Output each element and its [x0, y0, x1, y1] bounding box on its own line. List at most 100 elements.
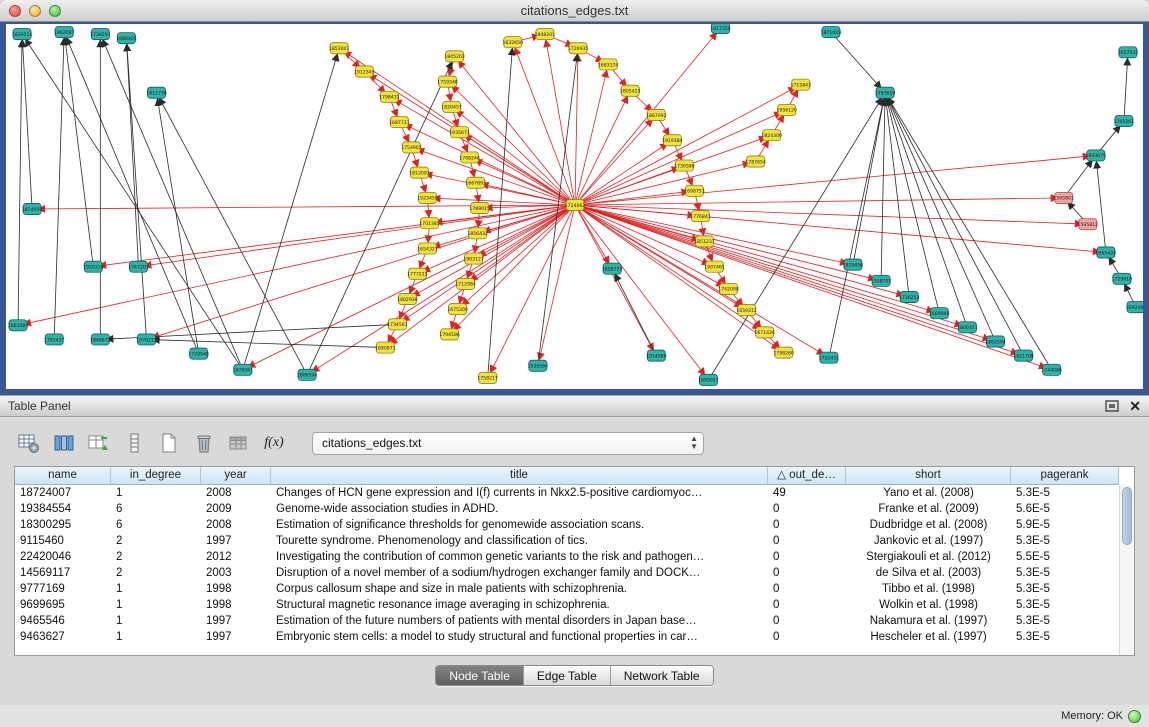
- network-edge[interactable]: [575, 205, 995, 341]
- network-node[interactable]: 1654321: [417, 243, 438, 254]
- network-node[interactable]: 1839514: [12, 29, 33, 40]
- network-edge[interactable]: [575, 205, 1052, 370]
- network-edge[interactable]: [18, 34, 22, 325]
- network-node[interactable]: 1595801: [1053, 192, 1074, 203]
- network-edge[interactable]: [138, 205, 575, 267]
- network-edge[interactable]: [575, 205, 708, 380]
- show-columns-icon[interactable]: [51, 430, 77, 456]
- network-node[interactable]: 1752431: [819, 352, 840, 363]
- delete-table-icon[interactable]: [191, 430, 217, 456]
- network-node[interactable]: 1858723: [602, 263, 623, 274]
- network-node[interactable]: 1724062: [565, 199, 586, 210]
- new-document-icon[interactable]: [156, 430, 182, 456]
- network-node[interactable]: 1686405: [116, 33, 137, 44]
- table-row[interactable]: 946554611997Estimation of the future num…: [15, 613, 1119, 629]
- network-node[interactable]: 1862594: [985, 336, 1006, 347]
- network-node[interactable]: 1712984: [455, 278, 476, 289]
- network-edge[interactable]: [1124, 52, 1128, 121]
- network-edge[interactable]: [829, 93, 885, 358]
- column-header-short[interactable]: short: [846, 467, 1011, 485]
- table-row[interactable]: 1872400712008Changes of HCN gene express…: [15, 485, 1119, 501]
- network-node[interactable]: 1720948: [188, 348, 209, 359]
- network-node[interactable]: 1926318: [83, 261, 104, 272]
- network-edge[interactable]: [146, 339, 385, 347]
- network-edge[interactable]: [575, 205, 967, 327]
- network-edge[interactable]: [575, 162, 756, 205]
- network-edge[interactable]: [575, 205, 909, 297]
- network-node[interactable]: 1938702: [871, 275, 892, 286]
- network-edge[interactable]: [881, 93, 885, 281]
- network-node[interactable]: 1832650: [503, 37, 524, 48]
- network-node[interactable]: 1683174: [598, 59, 619, 70]
- network-edge[interactable]: [146, 205, 575, 339]
- network-edge[interactable]: [307, 205, 575, 375]
- network-node[interactable]: 1747203: [128, 261, 149, 272]
- network-node[interactable]: 1824309: [761, 130, 782, 141]
- network-node[interactable]: 1921708: [1013, 350, 1034, 361]
- network-node[interactable]: 1871029: [821, 27, 842, 38]
- close-panel-icon[interactable]: ✕: [1129, 400, 1141, 412]
- network-node[interactable]: 1734561: [387, 319, 408, 330]
- table-row[interactable]: 977716911998Corpus callosum shape and si…: [15, 581, 1119, 597]
- table-mode-icon[interactable]: [16, 430, 42, 456]
- network-edge[interactable]: [831, 32, 885, 93]
- network-node[interactable]: 1791437: [44, 334, 65, 345]
- network-node[interactable]: 1667893: [465, 177, 486, 188]
- network-node[interactable]: 1851237: [694, 236, 715, 247]
- table-scrollbar[interactable]: [1119, 485, 1134, 655]
- network-node[interactable]: 1789015: [469, 202, 490, 213]
- network-node[interactable]: 1930564: [528, 360, 549, 371]
- network-node[interactable]: 1812093: [409, 167, 430, 178]
- table-selector-dropdown[interactable]: citations_edges.txt ▲▼: [312, 432, 704, 455]
- scrollbar-thumb[interactable]: [1122, 487, 1132, 545]
- network-node[interactable]: 1715843: [791, 79, 812, 90]
- network-node[interactable]: 1738291: [90, 29, 111, 40]
- network-edge[interactable]: [488, 205, 575, 378]
- column-header-pagerank[interactable]: pagerank: [1011, 467, 1119, 485]
- network-edge[interactable]: [22, 34, 32, 209]
- network-edge[interactable]: [612, 269, 656, 356]
- network-node[interactable]: 1912345: [354, 66, 375, 77]
- network-edge[interactable]: [460, 132, 575, 205]
- network-edge[interactable]: [885, 93, 909, 297]
- network-edge[interactable]: [100, 34, 243, 370]
- network-node[interactable]: 1817356: [710, 24, 731, 34]
- float-panel-icon[interactable]: [1105, 400, 1119, 412]
- network-window-titlebar[interactable]: citations_edges.txt: [0, 0, 1149, 22]
- network-node[interactable]: 1798260: [773, 347, 794, 358]
- network-node[interactable]: 1798432: [379, 91, 400, 102]
- network-node[interactable]: 1690871: [375, 342, 396, 353]
- network-node[interactable]: 1595812: [1078, 219, 1099, 230]
- table-row[interactable]: 946362711997Embryonic stem cells: a mode…: [15, 629, 1119, 645]
- column-header-out_de[interactable]: △ out_de…: [768, 467, 846, 485]
- network-node[interactable]: 1812736: [146, 87, 167, 98]
- network-canvas[interactable]: 1724062185304119123451798432168773117549…: [6, 24, 1143, 389]
- network-node[interactable]: 1867092: [646, 109, 667, 120]
- network-edge[interactable]: [1064, 155, 1096, 197]
- network-edge[interactable]: [488, 42, 513, 378]
- network-edge[interactable]: [575, 115, 656, 205]
- network-node[interactable]: 1754902: [401, 142, 422, 153]
- column-header-name[interactable]: name: [15, 467, 111, 485]
- network-node[interactable]: 1795261: [1114, 116, 1135, 127]
- add-column-icon[interactable]: [86, 430, 112, 456]
- network-node[interactable]: 1729610: [1112, 273, 1133, 284]
- network-node[interactable]: 1903127: [463, 253, 484, 264]
- tab-network-table[interactable]: Network Table: [611, 666, 713, 685]
- network-node[interactable]: 1853041: [329, 43, 350, 54]
- table-row[interactable]: 911546021997Tourette syndrome. Phenomeno…: [15, 533, 1119, 549]
- network-node[interactable]: 1701385: [419, 218, 440, 229]
- network-edge[interactable]: [885, 93, 939, 313]
- network-edge[interactable]: [307, 56, 455, 374]
- network-node[interactable]: 1874950: [22, 203, 43, 214]
- table-row[interactable]: 1830029562008Estimation of significance …: [15, 517, 1119, 533]
- network-node[interactable]: 1805423: [620, 85, 641, 96]
- function-builder-icon[interactable]: f(x): [261, 430, 287, 456]
- network-node[interactable]: 1843075: [1086, 150, 1107, 161]
- network-node[interactable]: 1698753: [684, 185, 705, 196]
- network-node[interactable]: 1708246: [459, 152, 480, 163]
- network-node[interactable]: 1671426: [754, 327, 775, 338]
- network-node[interactable]: 1914086: [646, 350, 667, 361]
- tab-node-table[interactable]: Node Table: [436, 666, 524, 685]
- network-node[interactable]: 1744086: [1041, 364, 1062, 375]
